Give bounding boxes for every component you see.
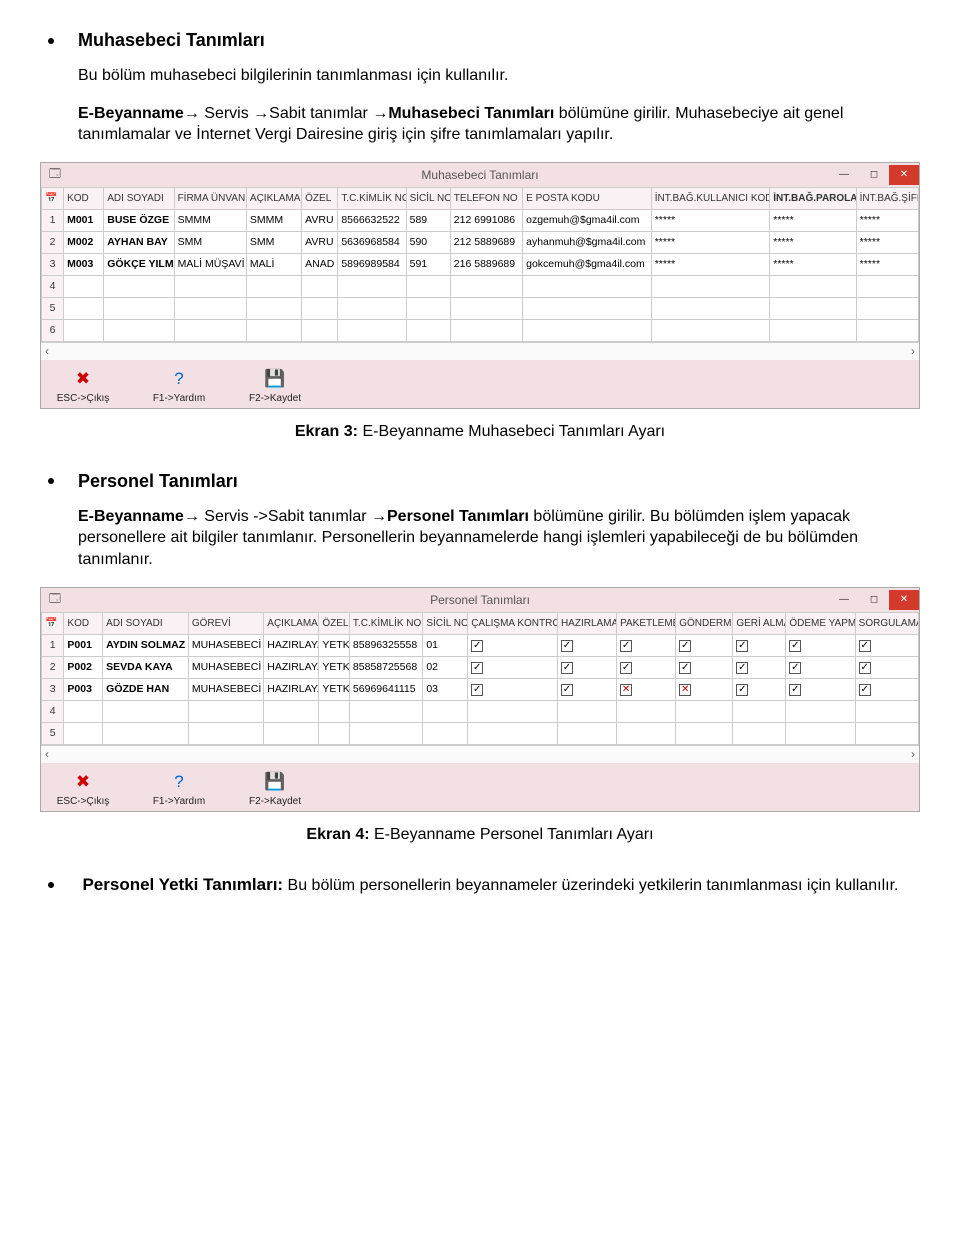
toolbar-button[interactable]: 💾F2->Kaydet xyxy=(243,769,307,807)
toolbar-icon: 💾 xyxy=(262,769,288,795)
toolbar-label: ESC->Çıkış xyxy=(51,393,115,404)
toolbar-label: F2->Kaydet xyxy=(243,393,307,404)
checkbox-icon[interactable] xyxy=(736,640,748,652)
caption-ekran4: Ekran 4: E-Beyanname Personel Tanımları … xyxy=(40,826,920,844)
toolbar-button[interactable]: ?F1->Yardım xyxy=(147,366,211,404)
checkbox-icon[interactable] xyxy=(859,662,871,674)
checkbox-icon[interactable] xyxy=(471,684,483,696)
toolbar-label: F1->Yardım xyxy=(147,393,211,404)
grid-scrollbar[interactable]: ‹ › xyxy=(41,745,919,763)
bullet-icon xyxy=(48,882,54,888)
checkbox-icon[interactable] xyxy=(620,662,632,674)
toolbar-icon: 💾 xyxy=(262,366,288,392)
toolbar: ✖ESC->Çıkış?F1->Yardım💾F2->Kaydet xyxy=(41,763,919,811)
bullet-icon xyxy=(48,478,54,484)
grid-corner[interactable]: 📅 xyxy=(42,187,64,209)
checkbox-icon[interactable] xyxy=(471,640,483,652)
table-row[interactable]: 4 xyxy=(42,275,919,297)
window-title: Personel Tanımları xyxy=(41,593,919,607)
section-muhasebeci-tanimlari: Muhasebeci Tanımları xyxy=(40,30,920,51)
table-row[interactable]: 5 xyxy=(42,297,919,319)
checkbox-icon[interactable] xyxy=(789,662,801,674)
section2-nav: E-Beyanname→ Servis ->Sabit tanımlar →Pe… xyxy=(78,506,920,571)
grid-scrollbar[interactable]: ‹ › xyxy=(41,342,919,360)
table-row[interactable]: 2P002SEVDA KAYAMUHASEBECİHAZIRLAY.YETK85… xyxy=(42,656,919,678)
toolbar-button[interactable]: ✖ESC->Çıkış xyxy=(51,366,115,404)
section-title-text: Muhasebeci Tanımları xyxy=(78,30,265,51)
checkbox-icon[interactable] xyxy=(471,662,483,674)
checkbox-icon[interactable] xyxy=(561,662,573,674)
grid-header-row: 📅 KOD ADI SOYADI FİRMA ÜNVANI AÇIKLAMA Ö… xyxy=(42,187,919,209)
scroll-right-icon[interactable]: › xyxy=(911,747,915,761)
scroll-right-icon[interactable]: › xyxy=(911,344,915,358)
window-personel: 🗔 Personel Tanımları — ◻ ✕ 📅 KO xyxy=(40,587,920,812)
table-row[interactable]: 5 xyxy=(42,722,919,744)
table-row[interactable]: 3P003GÖZDE HANMUHASEBECİHAZIRLAY.YETK569… xyxy=(42,678,919,700)
checkbox-icon[interactable] xyxy=(620,684,632,696)
titlebar: 🗔 Personel Tanımları — ◻ ✕ xyxy=(41,588,919,612)
checkbox-icon[interactable] xyxy=(620,640,632,652)
checkbox-icon[interactable] xyxy=(859,640,871,652)
checkbox-icon[interactable] xyxy=(736,662,748,674)
toolbar-icon: ✖ xyxy=(70,769,96,795)
grid-muhasebeci[interactable]: 📅 KOD ADI SOYADI FİRMA ÜNVANI AÇIKLAMA Ö… xyxy=(41,187,919,342)
toolbar-icon: ? xyxy=(166,366,192,392)
checkbox-icon[interactable] xyxy=(679,684,691,696)
bullet-icon xyxy=(48,38,54,44)
checkbox-icon[interactable] xyxy=(736,684,748,696)
toolbar-icon: ? xyxy=(166,769,192,795)
toolbar: ✖ESC->Çıkış?F1->Yardım💾F2->Kaydet xyxy=(41,360,919,408)
toolbar-button[interactable]: ?F1->Yardım xyxy=(147,769,211,807)
checkbox-icon[interactable] xyxy=(561,684,573,696)
table-row[interactable]: 4 xyxy=(42,700,919,722)
checkbox-icon[interactable] xyxy=(679,640,691,652)
checkbox-icon[interactable] xyxy=(679,662,691,674)
checkbox-icon[interactable] xyxy=(561,640,573,652)
toolbar-button[interactable]: 💾F2->Kaydet xyxy=(243,366,307,404)
caption-ekran3: Ekran 3: E-Beyanname Muhasebeci Tanımlar… xyxy=(40,423,920,441)
table-row[interactable]: 2M002AYHAN BAYSMMSMMAVRU5636968584590212… xyxy=(42,231,919,253)
table-row[interactable]: 1P001AYDIN SOLMAZMUHASEBECİHAZIRLAY.YETK… xyxy=(42,634,919,656)
table-row[interactable]: 3M003GÖKÇE YILMMALİ MÜŞAVİMALİANAD589698… xyxy=(42,253,919,275)
toolbar-label: ESC->Çıkış xyxy=(51,796,115,807)
grid-corner[interactable]: 📅 xyxy=(42,612,64,634)
titlebar: 🗔 Muhasebeci Tanımları — ◻ ✕ xyxy=(41,163,919,187)
toolbar-icon: ✖ xyxy=(70,366,96,392)
checkbox-icon[interactable] xyxy=(859,684,871,696)
scroll-left-icon[interactable]: ‹ xyxy=(45,344,49,358)
grid-header-row: 📅 KOD ADI SOYADI GÖREVİ AÇIKLAMA ÖZEL T.… xyxy=(42,612,919,634)
window-title: Muhasebeci Tanımları xyxy=(41,168,919,182)
section-title-text: Personel Tanımları xyxy=(78,471,238,492)
section-personel-tanimlari: Personel Tanımları xyxy=(40,471,920,492)
toolbar-label: F2->Kaydet xyxy=(243,796,307,807)
section1-para1: Bu bölüm muhasebeci bilgilerinin tanımla… xyxy=(78,65,920,87)
table-row[interactable]: 1M001BUSE ÖZGESMMMSMMMAVRU85666325225892… xyxy=(42,209,919,231)
section1-nav: E-Beyanname→ Servis →Sabit tanımlar →Muh… xyxy=(78,103,920,146)
section-personel-yetki: Personel Yetki Tanımları: Bu bölüm perso… xyxy=(78,874,920,897)
table-row[interactable]: 6 xyxy=(42,319,919,341)
window-muhasebeci: 🗔 Muhasebeci Tanımları — ◻ ✕ 📅 xyxy=(40,162,920,409)
toolbar-button[interactable]: ✖ESC->Çıkış xyxy=(51,769,115,807)
checkbox-icon[interactable] xyxy=(789,684,801,696)
grid-personel[interactable]: 📅 KOD ADI SOYADI GÖREVİ AÇIKLAMA ÖZEL T.… xyxy=(41,612,919,745)
scroll-left-icon[interactable]: ‹ xyxy=(45,747,49,761)
checkbox-icon[interactable] xyxy=(789,640,801,652)
toolbar-label: F1->Yardım xyxy=(147,796,211,807)
